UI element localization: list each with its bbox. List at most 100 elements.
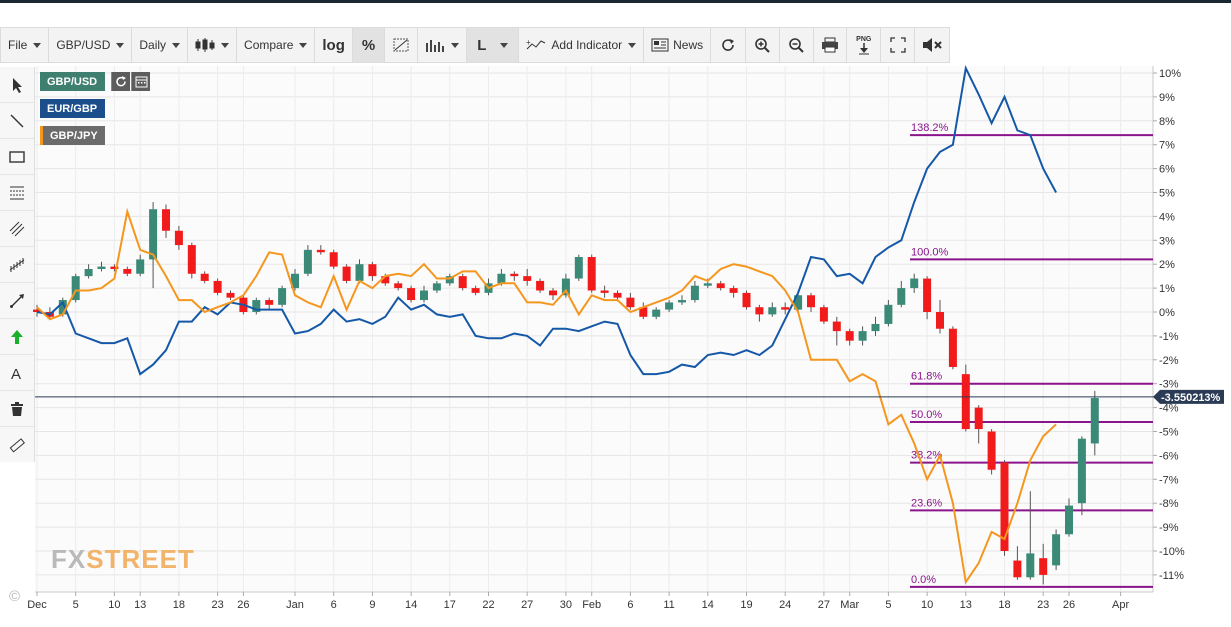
text-tool[interactable]: A (0, 355, 34, 391)
legend-gbpjpy[interactable]: GBP/JPY (40, 126, 105, 145)
y-tick-label: -2% (1159, 355, 1179, 367)
x-tick-label: 13 (134, 599, 146, 611)
add-indicator-menu[interactable]: + Add Indicator (519, 28, 645, 62)
zoom-out-icon (789, 38, 804, 53)
ray-tool[interactable] (0, 283, 34, 319)
legend-eurgbp[interactable]: EUR/GBP (40, 99, 105, 118)
candle-body (742, 292, 751, 308)
candle-body (97, 266, 106, 269)
candle-body (536, 280, 545, 291)
candle-body (884, 304, 893, 324)
candle-body (45, 312, 54, 317)
x-tick-label: 27 (521, 599, 533, 611)
fibonacci-icon (10, 186, 24, 199)
candle-body (484, 283, 493, 293)
png-export-button[interactable]: PNG (847, 28, 882, 62)
candle-body (187, 245, 196, 274)
calendar-button[interactable] (131, 72, 150, 91)
pointer-tool[interactable] (0, 67, 34, 103)
candle-body (819, 307, 828, 322)
arrow-up-icon (11, 329, 23, 344)
zoom-in-icon (755, 38, 770, 53)
candle-body (626, 297, 635, 308)
newspaper-icon (651, 38, 669, 52)
y-tick-label: -7% (1159, 474, 1179, 486)
pitchfork-tool[interactable] (0, 247, 34, 283)
gbpjpy-line (36, 207, 1057, 585)
x-tick-label: Jan (286, 599, 304, 611)
x-tick-label: 26 (237, 599, 249, 611)
y-tick-label: -6% (1159, 450, 1179, 462)
chevron-down-icon (221, 42, 230, 48)
y-tick-label: 5% (1159, 188, 1175, 200)
crosshair-button[interactable] (385, 28, 419, 62)
candle-body (600, 290, 609, 293)
candle-body (1052, 534, 1061, 566)
compare-menu[interactable]: Compare (237, 28, 316, 62)
candle-body (1039, 558, 1048, 575)
candle-body (1000, 462, 1009, 551)
x-tick-label: 6 (331, 599, 337, 611)
candle-body (871, 323, 880, 332)
ruler-tool[interactable] (0, 427, 34, 463)
candle-body (458, 276, 467, 289)
reload-series-button[interactable] (111, 72, 130, 91)
line-type-select[interactable]: L (467, 28, 520, 62)
candle-body (71, 276, 80, 301)
refresh-button[interactable] (711, 28, 746, 62)
y-tick-label: 1% (1159, 283, 1175, 295)
interval-select[interactable]: Daily (132, 28, 189, 62)
delete-drawings-tool[interactable] (0, 391, 34, 427)
chart-style-select[interactable] (188, 28, 238, 62)
mute-icon (923, 38, 942, 52)
legend-gbpusd[interactable]: GBP/USD (40, 72, 105, 91)
chevron-down-icon (628, 42, 637, 48)
candle-body (948, 328, 957, 367)
file-menu[interactable]: File (1, 28, 50, 62)
symbol-select[interactable]: GBP/USD (49, 28, 133, 62)
symbol-label: GBP/USD (56, 38, 111, 52)
rectangle-tool[interactable] (0, 139, 34, 175)
candle-body (987, 431, 996, 470)
ray-icon (10, 293, 24, 308)
zoom-in-button[interactable] (746, 28, 780, 62)
mute-button[interactable] (915, 28, 949, 62)
print-button[interactable] (814, 28, 848, 62)
x-tick-label: 26 (1063, 599, 1075, 611)
x-tick-label: 18 (173, 599, 185, 611)
volume-select[interactable] (418, 28, 468, 62)
x-tick-label: 17 (444, 599, 456, 611)
y-tick-label: -11% (1159, 570, 1184, 582)
fullscreen-button[interactable] (881, 28, 915, 62)
candle-body (1065, 505, 1073, 535)
percent-scale-button[interactable]: % (352, 28, 386, 62)
candle-body (1013, 560, 1022, 578)
x-tick-label: 10 (921, 599, 933, 611)
text-icon: A (11, 366, 21, 381)
zoom-out-button[interactable] (780, 28, 814, 62)
price-chart[interactable]: 10% 9% 8% 7% 6% 5% 4% 3% 2% 1% 0% -1% -2% -3% -4% -5% -6… (0, 0, 1231, 627)
y-tick-label: 9% (1159, 92, 1175, 104)
candle-body (162, 209, 170, 231)
candle-body (497, 273, 506, 284)
trendline-tool[interactable] (0, 103, 34, 139)
plot-area (35, 66, 1153, 592)
log-scale-button[interactable]: log (315, 28, 353, 62)
channel-tool[interactable] (0, 211, 34, 247)
x-tick-label: 13 (960, 599, 972, 611)
arrow-marker-tool[interactable] (0, 319, 34, 355)
candle-body (923, 278, 932, 312)
drawing-tools-sidebar: A (0, 67, 35, 462)
candle-body (549, 290, 557, 296)
y-tick-label: 6% (1159, 164, 1175, 176)
news-label: News (673, 38, 704, 52)
y-axis-ticks: 10% 9% 8% 7% 6% 5% 4% 3% 2% 1% 0% -1% -2% -3% -4% -5% -6… (1153, 68, 1185, 582)
news-button[interactable]: News (644, 28, 712, 62)
fibonacci-levels: 138.2% 100.0% 61.8% 50.0% 38.2% 23.6% 0.0% (910, 122, 1153, 588)
interval-label: Daily (139, 38, 167, 52)
candle-body (342, 266, 351, 281)
candle-body (652, 309, 661, 317)
candle-body (445, 276, 454, 284)
diagonal-line-icon (10, 114, 24, 127)
fibonacci-tool[interactable] (0, 175, 34, 211)
